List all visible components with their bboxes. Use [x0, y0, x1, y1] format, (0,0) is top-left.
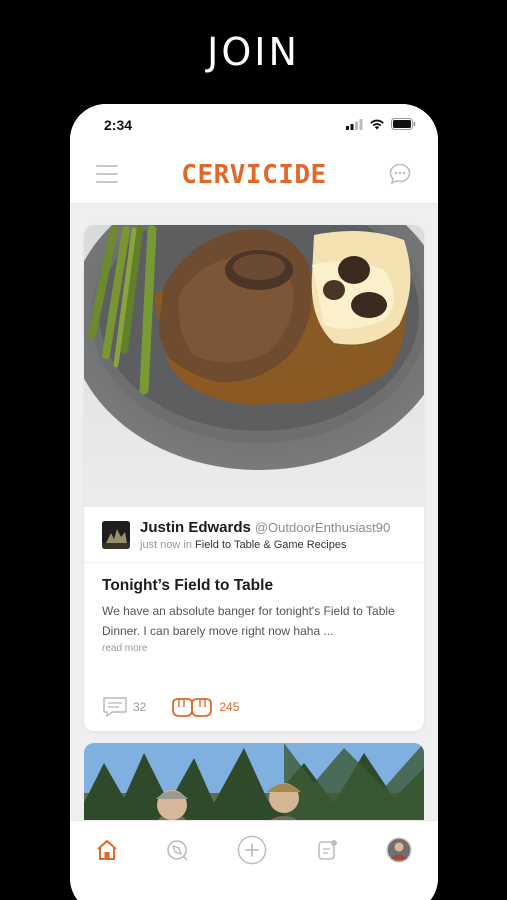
read-more-link[interactable]: read more [102, 643, 148, 654]
signal-icon [346, 118, 363, 130]
tab-notifications[interactable] [312, 835, 342, 865]
wifi-icon [370, 119, 384, 129]
promo-title: JOIN [207, 30, 300, 74]
next-post-card[interactable] [84, 743, 424, 820]
feed[interactable]: Justin Edwards @OutdoorEnthusiast90 just … [70, 205, 438, 820]
cheers-count: 245 [219, 700, 240, 714]
tab-add-post[interactable] [237, 835, 267, 865]
comment-button[interactable]: 32 [102, 696, 146, 718]
post-actions: 32 245 [102, 695, 239, 719]
bottom-tab-bar [70, 820, 438, 900]
post-group-link[interactable]: Field to Table & Game Recipes [195, 539, 346, 551]
phone-frame: 2:34 CERVICIDE Justin Edwards @OutdoorEn… [70, 104, 438, 900]
post-in-label: in [183, 539, 192, 551]
post-body: We have an absolute banger for tonight's… [102, 604, 395, 638]
cheers-button[interactable]: 245 [170, 695, 239, 719]
author-avatar[interactable] [102, 521, 130, 549]
status-time: 2:34 [104, 117, 133, 133]
comment-count: 32 [133, 700, 147, 714]
tab-profile[interactable] [384, 835, 414, 865]
home-icon [97, 840, 117, 860]
tab-home[interactable] [92, 835, 122, 865]
author-name-line: Justin Edwards @OutdoorEnthusiast90 [140, 519, 390, 536]
tab-explore[interactable] [162, 835, 192, 865]
comment-icon [103, 697, 127, 717]
app-header: CERVICIDE [70, 148, 438, 204]
add-post-icon [237, 835, 267, 865]
battery-icon [391, 118, 416, 130]
profile-avatar-icon [386, 837, 412, 863]
post-timestamp: just now [140, 539, 181, 551]
post-card[interactable]: Justin Edwards @OutdoorEnthusiast90 just … [84, 225, 424, 731]
post-title: Tonight’s Field to Table [102, 577, 274, 594]
explore-compass-icon [167, 840, 188, 861]
author-handle[interactable]: @OutdoorEnthusiast90 [255, 520, 390, 535]
post-photo[interactable] [84, 225, 424, 507]
author-name[interactable]: Justin Edwards [140, 519, 251, 536]
fist-bump-icon [172, 698, 213, 717]
post-meta: just now in Field to Table & Game Recipe… [140, 539, 346, 551]
status-icons [346, 118, 416, 130]
chat-bubble-icon[interactable] [388, 162, 412, 186]
status-bar: 2:34 [70, 104, 438, 148]
next-post-photo[interactable] [84, 743, 424, 820]
notifications-icon [318, 840, 337, 860]
post-author-row[interactable]: Justin Edwards @OutdoorEnthusiast90 just … [84, 507, 424, 563]
app-logo: CERVICIDE [181, 160, 327, 190]
